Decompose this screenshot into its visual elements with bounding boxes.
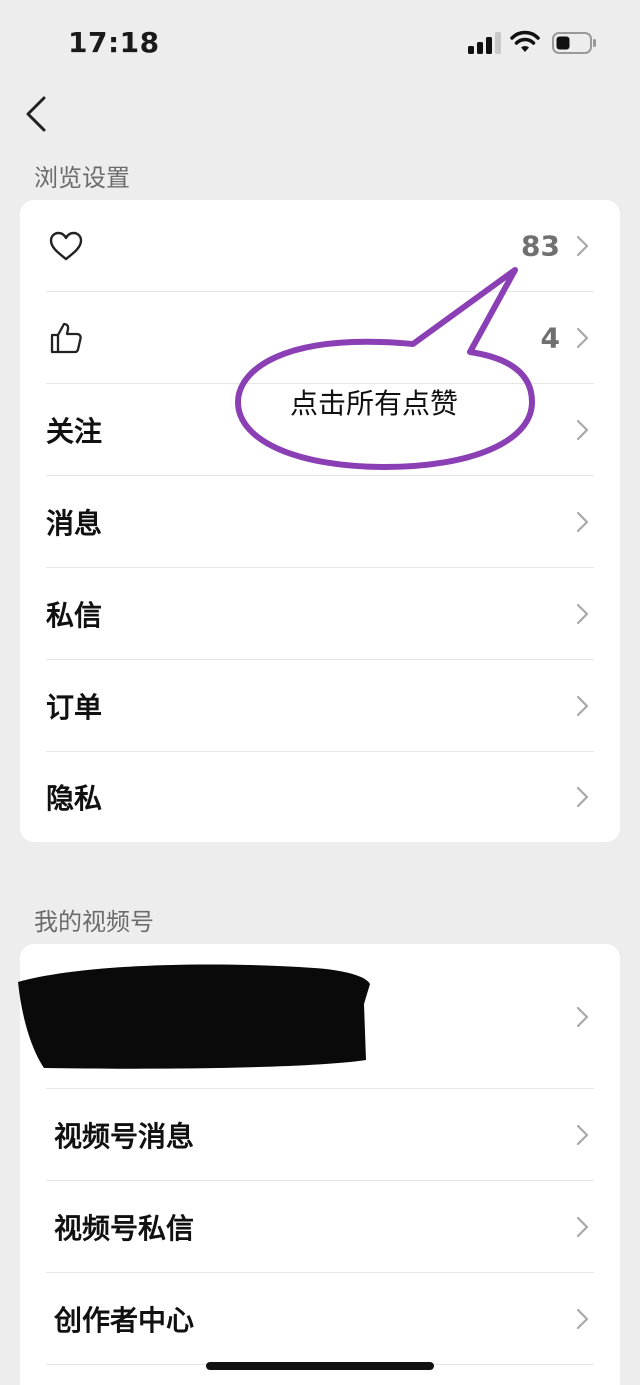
- redaction-mark: [18, 964, 370, 1069]
- row-channel-messages[interactable]: 视频号消息: [20, 1089, 620, 1181]
- back-icon[interactable]: [22, 94, 52, 134]
- row-orders[interactable]: 订单: [20, 660, 620, 752]
- status-time: 17:18: [68, 26, 160, 59]
- chevron-right-icon: [576, 1308, 589, 1330]
- row-label: 创作者中心: [54, 1304, 195, 1337]
- row-privacy[interactable]: 隐私: [20, 752, 620, 842]
- chevron-right-icon: [576, 327, 589, 349]
- chevron-right-icon: [576, 603, 589, 625]
- row-label: 关注: [46, 415, 103, 448]
- row-messages[interactable]: 消息: [20, 476, 620, 568]
- thumbs-up-icon: [50, 322, 82, 354]
- annotation-callout: [235, 267, 535, 470]
- row-label: 消息: [46, 507, 103, 540]
- section-title-browse-settings: 浏览设置: [34, 164, 130, 192]
- chevron-right-icon: [576, 419, 589, 441]
- row-label: 隐私: [46, 782, 103, 815]
- status-bar: 17:18: [0, 0, 640, 84]
- row-creator-center[interactable]: 创作者中心: [20, 1273, 620, 1365]
- chevron-right-icon: [576, 1216, 589, 1238]
- chevron-right-icon: [576, 511, 589, 533]
- section-title-my-channels: 我的视频号: [34, 908, 154, 936]
- chevron-right-icon: [576, 1124, 589, 1146]
- likes-count: 83: [521, 229, 560, 263]
- chevron-right-icon: [576, 695, 589, 717]
- chevron-right-icon: [576, 235, 589, 257]
- row-label: 订单: [46, 691, 103, 724]
- row-label: 私信: [46, 599, 103, 632]
- row-label: 视频号私信: [54, 1212, 195, 1245]
- annotation-text: 点击所有点赞: [290, 387, 459, 420]
- row-label: 视频号消息: [54, 1120, 195, 1153]
- chevron-right-icon: [576, 786, 589, 808]
- wifi-icon: [510, 30, 540, 52]
- row-private-messages[interactable]: 私信: [20, 568, 620, 660]
- heart-icon: [49, 231, 83, 261]
- signal-icon: [468, 32, 502, 54]
- battery-icon: [552, 32, 596, 54]
- home-indicator: [206, 1362, 434, 1370]
- row-channel-private-messages[interactable]: 视频号私信: [20, 1181, 620, 1273]
- chevron-right-icon: [576, 1006, 589, 1027]
